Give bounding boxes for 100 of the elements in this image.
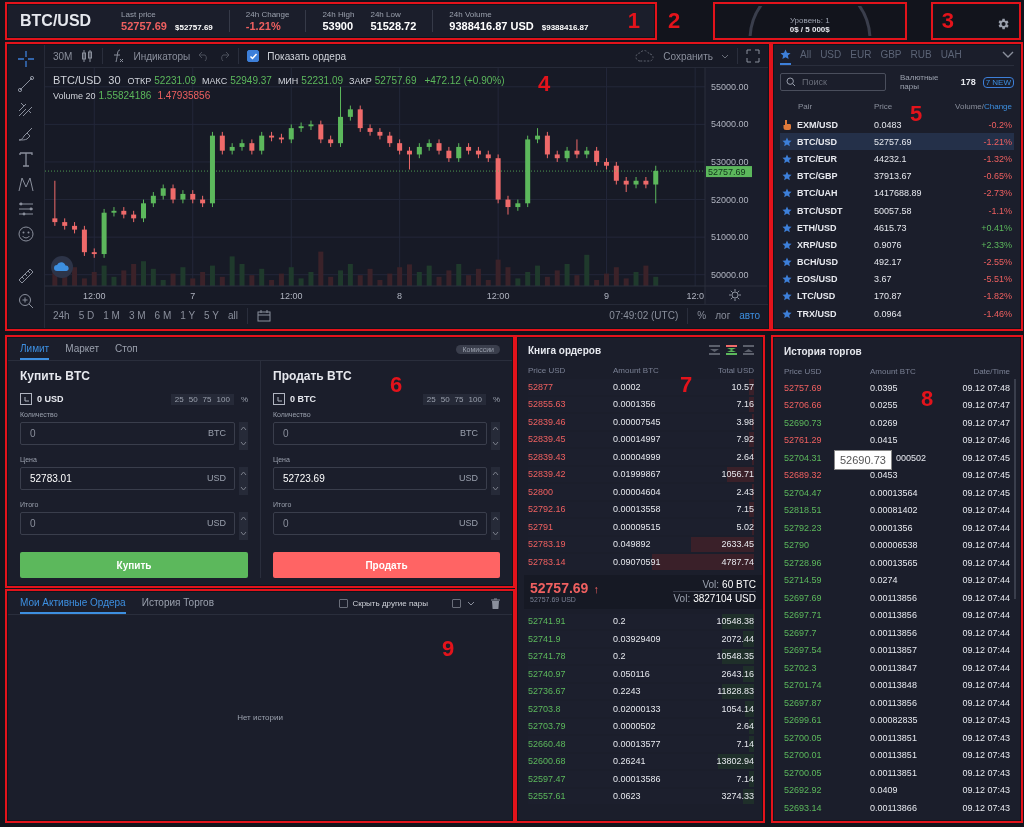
column-header[interactable]: Pair (782, 101, 874, 111)
candles-icon[interactable] (80, 49, 95, 63)
fullscreen-icon[interactable] (746, 49, 760, 63)
table-cell: 52791 (528, 521, 554, 532)
order-type-tab[interactable]: Маркет (65, 338, 100, 360)
orders-tab[interactable]: Мои Активные Ордера (20, 592, 126, 614)
table-cell: 2.64 (736, 451, 754, 462)
table-cell: 0.049892 (613, 539, 651, 550)
table-cell: 0.0409 (870, 785, 898, 796)
caret-icon[interactable] (721, 52, 729, 60)
percent-button[interactable]: 100 (468, 394, 482, 404)
orders-tab[interactable]: История Торгов (141, 592, 214, 614)
pair-row[interactable]: XRP/USD 0.9076 +2.33% (780, 236, 1014, 254)
smiley-icon[interactable] (17, 225, 35, 243)
percent-button[interactable]: 75 (454, 394, 464, 404)
range-button[interactable]: 5 D (78, 310, 95, 321)
checkbox-label: Скрыть другие пары (352, 598, 428, 608)
submit-order-button[interactable]: Продать (273, 552, 500, 578)
caret-icon[interactable] (467, 599, 475, 607)
stepper-control[interactable] (491, 422, 500, 450)
sort-option[interactable]: Change (983, 101, 1012, 111)
star-icon[interactable] (782, 274, 792, 285)
pair-price: 4615.73 (874, 222, 908, 233)
table-cell: 52792.16 (528, 504, 566, 515)
pair-price: 492.17 (874, 257, 903, 268)
table-cell: 0.2 (613, 616, 626, 627)
star-icon[interactable] (782, 239, 792, 250)
star-icon[interactable] (782, 308, 792, 319)
pitchfork-icon[interactable] (17, 100, 35, 118)
table-cell: 2633.45 (721, 539, 754, 550)
pair-row[interactable]: BTC/EUR 44232.1 -1.32% (780, 150, 1014, 168)
range-button[interactable]: all (227, 310, 238, 321)
star-icon[interactable] (782, 188, 792, 199)
scale-option[interactable]: % (697, 310, 707, 321)
stepper-control[interactable] (239, 422, 248, 450)
pair-row[interactable]: LTC/USD 170.87 -1.82% (780, 287, 1014, 306)
ruler-icon[interactable] (17, 267, 35, 285)
scale-option[interactable]: авто (739, 310, 760, 321)
range-button[interactable]: 24h (53, 310, 70, 321)
pair-row[interactable]: BTC/USD 52757.69 -1.21% (780, 133, 1014, 151)
pair-row[interactable]: BTC/USDT 50057.58 -1.1% (780, 201, 1014, 220)
percent-button[interactable]: 25 (426, 394, 436, 404)
table-cell: 0.0001356 (870, 522, 913, 533)
pair-row[interactable]: EOS/USD 3.67 -5.51% (780, 270, 1014, 288)
table-cell: 0.00014997 (613, 434, 661, 445)
star-icon[interactable] (782, 171, 792, 182)
table-cell: 0.0000502 (613, 721, 656, 732)
text-tool-icon[interactable] (17, 150, 35, 168)
stepper-control[interactable] (491, 512, 500, 540)
pair-row[interactable]: ETH/USD 4615.73 +0.41% (780, 219, 1014, 237)
gear-icon[interactable] (728, 288, 742, 302)
range-button[interactable]: 6 M (154, 310, 172, 321)
sort-option[interactable]: Volume/ (955, 101, 984, 111)
trash-icon[interactable] (491, 597, 500, 609)
chevron-icon[interactable] (1002, 51, 1014, 59)
brush-icon[interactable] (17, 125, 35, 143)
checkbox[interactable] (247, 50, 260, 62)
calendar-icon[interactable] (256, 309, 271, 322)
pair-row[interactable]: BCH/USD 492.17 -2.55% (780, 253, 1014, 271)
crosshair-icon[interactable] (17, 50, 35, 68)
percent-button[interactable]: 75 (202, 394, 212, 404)
order-type-tab[interactable]: Стоп (115, 338, 138, 360)
indicators-button[interactable]: Индикаторы (133, 50, 191, 62)
stepper-control[interactable] (239, 512, 248, 540)
scrollbar[interactable] (1014, 379, 1016, 599)
pair-row[interactable]: BTC/UAH 1417688.89 -2.73% (780, 184, 1014, 202)
pair-row[interactable]: BTC/GBP 37913.67 -0.65% (780, 167, 1014, 185)
checkbox[interactable] (452, 598, 461, 608)
book-view-icon[interactable] (726, 345, 737, 355)
pair-row[interactable]: TRX/USD 0.0964 -1.46% (780, 305, 1014, 323)
range-button[interactable]: 1 Y (180, 310, 196, 321)
trend-line-icon[interactable] (17, 75, 35, 93)
table-cell: 0.00004999 (613, 451, 661, 462)
zoom-icon[interactable] (17, 292, 35, 310)
percent-button[interactable]: 50 (440, 394, 450, 404)
star-icon[interactable] (782, 153, 792, 164)
stepper-control[interactable] (491, 467, 500, 495)
star-icon[interactable] (782, 136, 792, 147)
cloud-icon[interactable] (51, 256, 73, 278)
star-icon[interactable] (782, 205, 792, 216)
function-icon[interactable] (111, 49, 126, 63)
range-button[interactable]: 5 Y (204, 310, 219, 321)
pattern-icon[interactable] (17, 175, 35, 193)
star-icon[interactable] (782, 222, 792, 233)
scale-option[interactable]: лог (715, 310, 731, 321)
percent-button[interactable]: 25 (174, 394, 184, 404)
percent-button[interactable]: 50 (188, 394, 198, 404)
checkbox[interactable] (339, 598, 349, 608)
range-button[interactable]: 3 M (128, 310, 146, 321)
range-button[interactable]: 1 M (103, 310, 120, 321)
settings-icon[interactable] (996, 17, 1010, 31)
star-icon[interactable] (782, 257, 792, 268)
order-type-tab[interactable]: Лимит (20, 338, 50, 360)
interval-button[interactable]: 30M (53, 50, 73, 62)
lines-icon[interactable] (17, 200, 35, 218)
stepper-control[interactable] (239, 467, 248, 495)
percent-button[interactable]: 100 (216, 394, 230, 404)
star-icon[interactable] (782, 291, 792, 302)
search-field[interactable]: Поиск (780, 73, 886, 91)
save-button[interactable]: Сохранить (663, 50, 713, 62)
